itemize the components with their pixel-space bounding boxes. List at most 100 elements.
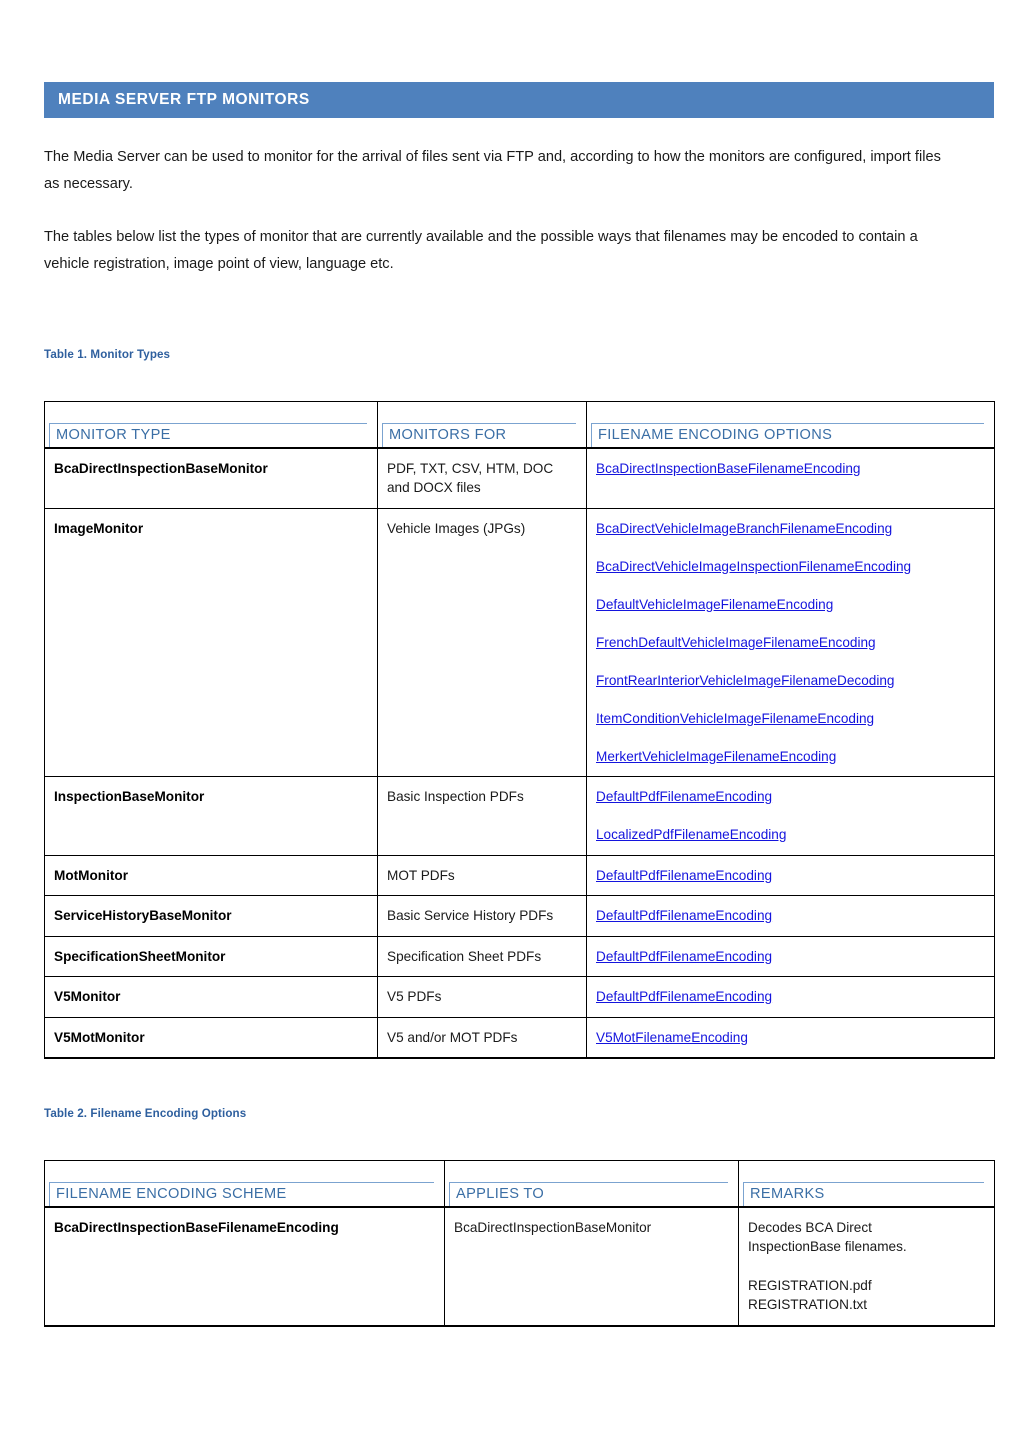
filename-encoding-link[interactable]: LocalizedPdfFilenameEncoding xyxy=(596,825,986,845)
cell-monitors-for: PDF, TXT, CSV, HTM, DOC and DOCX files xyxy=(377,447,587,509)
table2-header-filename-encoding-scheme: FILENAME ENCODING SCHEME xyxy=(44,1160,445,1208)
table1-header-row: MONITOR TYPE MONITORS FOR FILENAME ENCOD… xyxy=(44,401,995,449)
cell-monitor-type: ServiceHistoryBaseMonitor xyxy=(44,895,378,937)
table2-header-label: APPLIES TO xyxy=(456,1185,545,1202)
remark-line: Decodes BCA Direct xyxy=(748,1219,872,1235)
cell-monitors-for: Vehicle Images (JPGs) xyxy=(377,508,587,777)
table-row: MotMonitor MOT PDFs DefaultPdfFilenameEnco… xyxy=(44,855,995,896)
monitors-for-label: Specification Sheet PDFs xyxy=(387,948,542,964)
filename-encoding-link[interactable]: DefaultPdfFilenameEncoding xyxy=(596,787,986,807)
monitors-for-label: Basic Inspection PDFs xyxy=(387,789,524,804)
header-accent-rule: FILENAME ENCODING OPTIONS xyxy=(591,422,984,447)
cell-monitor-type: SpecificationSheetMonitor xyxy=(44,936,378,977)
table2-header-label: FILENAME ENCODING SCHEME xyxy=(56,1185,287,1202)
encoding-scheme-label: BcaDirectInspectionBaseFilenameEncoding xyxy=(54,1219,339,1235)
filename-encoding-link[interactable]: FrenchDefaultVehicleImageFilenameEncodin… xyxy=(596,633,986,653)
monitors-for-label: V5 PDFs xyxy=(387,989,442,1004)
filename-encoding-link[interactable]: DefaultPdfFilenameEncoding xyxy=(596,866,986,886)
table2-header-applies-to: APPLIES TO xyxy=(444,1160,739,1208)
cell-monitor-type: V5MotMonitor xyxy=(44,1017,378,1058)
cell-monitor-type: BcaDirectInspectionBaseMonitor xyxy=(44,447,378,509)
filename-encoding-link[interactable]: DefaultPdfFilenameEncoding xyxy=(596,987,986,1007)
filename-encoding-link[interactable]: BcaDirectInspectionBaseFilenameEncoding xyxy=(596,459,986,479)
cell-filename-encoding-options: DefaultPdfFilenameEncoding xyxy=(586,936,995,977)
table-row: BcaDirectInspectionBaseMonitor PDF, TXT, … xyxy=(44,447,995,509)
cell-monitor-type: V5Monitor xyxy=(44,976,378,1018)
table1-header-monitor-type: MONITOR TYPE xyxy=(44,401,378,449)
monitor-type-label: MotMonitor xyxy=(54,867,128,883)
monitor-type-label: V5MotMonitor xyxy=(54,1029,145,1045)
remark-line: InspectionBase filenames. xyxy=(748,1239,907,1254)
table2-caption: Table 2. Filename Encoding Options xyxy=(44,1107,247,1120)
filename-encoding-link[interactable]: BcaDirectVehicleImageInspectionFilenameE… xyxy=(596,557,986,577)
monitors-for-label: V5 and/or MOT PDFs xyxy=(387,1029,518,1045)
monitors-for-label: PDF, TXT, CSV, HTM, DOC and DOCX files xyxy=(387,460,554,496)
header-accent-rule: REMARKS xyxy=(743,1181,984,1206)
cell-remarks: Decodes BCA Direct InspectionBase filenam… xyxy=(739,1207,995,1326)
table-row: ImageMonitor Vehicle Images (JPGs) BcaDire… xyxy=(44,508,995,777)
remark-line: REGISTRATION.txt xyxy=(748,1297,868,1312)
cell-monitor-type: InspectionBaseMonitor xyxy=(44,776,378,856)
filename-encoding-link[interactable]: BcaDirectVehicleImageBranchFilenameEncod… xyxy=(596,519,986,539)
table1-header-filename-encoding-options: FILENAME ENCODING OPTIONS xyxy=(586,401,995,449)
header-accent-rule: MONITOR TYPE xyxy=(49,422,367,447)
header-accent-rule: MONITORS FOR xyxy=(382,422,576,447)
cell-monitors-for: MOT PDFs xyxy=(377,855,587,896)
filename-encoding-link[interactable]: FrontRearInteriorVehicleImageFilenameDec… xyxy=(596,671,986,691)
cell-filename-encoding-options: DefaultPdfFilenameEncoding LocalizedPdfFi… xyxy=(586,776,995,856)
cell-monitor-type: MotMonitor xyxy=(44,855,378,896)
table-row: ServiceHistoryBaseMonitor Basic Service H… xyxy=(44,895,995,937)
table2-header-row: FILENAME ENCODING SCHEME APPLIES TO REMA… xyxy=(44,1160,995,1208)
filename-encoding-link[interactable]: DefaultPdfFilenameEncoding xyxy=(596,947,986,967)
header-accent-rule: APPLIES TO xyxy=(449,1181,728,1206)
table2-body: BcaDirectInspectionBaseFilenameEncoding B… xyxy=(44,1206,995,1326)
monitors-for-label: MOT PDFs xyxy=(387,867,455,883)
monitor-type-label: V5Monitor xyxy=(54,989,121,1004)
cell-filename-encoding-options: DefaultPdfFilenameEncoding xyxy=(586,976,995,1018)
header-accent-rule: FILENAME ENCODING SCHEME xyxy=(49,1181,434,1206)
cell-filename-encoding-scheme: BcaDirectInspectionBaseFilenameEncoding xyxy=(44,1206,445,1326)
cell-monitors-for: Basic Inspection PDFs xyxy=(377,776,587,856)
table1-caption: Table 1. Monitor Types xyxy=(44,348,171,361)
cell-monitors-for: Specification Sheet PDFs xyxy=(377,936,587,977)
table1-header-label: MONITORS FOR xyxy=(389,426,507,443)
cell-filename-encoding-options: BcaDirectVehicleImageBranchFilenameEncod… xyxy=(586,508,995,777)
document-content: MEDIA SERVER FTP MONITORS The Media Serv… xyxy=(44,0,995,1327)
table1-header-monitors-for: MONITORS FOR xyxy=(377,401,587,449)
table1-header-label: MONITOR TYPE xyxy=(56,426,171,443)
page-title: MEDIA SERVER FTP MONITORS xyxy=(58,91,310,109)
cell-filename-encoding-options: BcaDirectInspectionBaseFilenameEncoding xyxy=(586,447,995,509)
cell-monitor-type: ImageMonitor xyxy=(44,508,378,777)
monitor-type-label: ServiceHistoryBaseMonitor xyxy=(54,908,232,923)
monitor-type-label: InspectionBaseMonitor xyxy=(54,789,205,804)
monitors-for-label: Vehicle Images (JPGs) xyxy=(387,520,526,536)
table1-header-label: FILENAME ENCODING OPTIONS xyxy=(598,426,833,443)
filename-encoding-options-table: FILENAME ENCODING SCHEME APPLIES TO REMA… xyxy=(44,1160,995,1327)
table2-header-remarks: REMARKS xyxy=(738,1160,995,1208)
filename-encoding-link[interactable]: ItemConditionVehicleImageFilenameEncodin… xyxy=(596,709,986,729)
table-row: BcaDirectInspectionBaseFilenameEncoding B… xyxy=(44,1206,995,1326)
table-row: V5Monitor V5 PDFs DefaultPdfFilenameEncodi… xyxy=(44,976,995,1018)
cell-monitors-for: Basic Service History PDFs xyxy=(377,895,587,937)
table-spacer xyxy=(44,1059,994,1107)
table-row: SpecificationSheetMonitor Specification S… xyxy=(44,936,995,977)
intro-paragraph-2: The tables below list the types of monit… xyxy=(44,229,918,272)
cell-filename-encoding-options: DefaultPdfFilenameEncoding xyxy=(586,895,995,937)
monitor-type-label: ImageMonitor xyxy=(54,520,144,536)
page-banner: MEDIA SERVER FTP MONITORS xyxy=(44,82,994,118)
table-row: InspectionBaseMonitor Basic Inspection PD… xyxy=(44,776,995,856)
table2-header-label: REMARKS xyxy=(750,1185,825,1202)
filename-encoding-link[interactable]: MerkertVehicleImageFilenameEncoding xyxy=(596,747,986,767)
monitor-type-label: BcaDirectInspectionBaseMonitor xyxy=(54,460,268,476)
document-page: MEDIA SERVER FTP MONITORS The Media Serv… xyxy=(0,0,1020,1443)
monitor-types-table: MONITOR TYPE MONITORS FOR FILENAME ENCOD… xyxy=(44,401,995,1059)
filename-encoding-link[interactable]: V5MotFilenameEncoding xyxy=(596,1028,986,1048)
remark-line: REGISTRATION.pdf xyxy=(748,1277,872,1293)
cell-applies-to: BcaDirectInspectionBaseMonitor xyxy=(444,1206,739,1326)
filename-encoding-link[interactable]: DefaultPdfFilenameEncoding xyxy=(596,906,986,926)
monitors-for-label: Basic Service History PDFs xyxy=(387,908,554,923)
monitor-type-label: SpecificationSheetMonitor xyxy=(54,948,226,964)
filename-encoding-link[interactable]: DefaultVehicleImageFilenameEncoding xyxy=(596,595,986,615)
table1-body: BcaDirectInspectionBaseMonitor PDF, TXT, … xyxy=(44,447,995,1058)
applies-to-label: BcaDirectInspectionBaseMonitor xyxy=(454,1219,652,1235)
